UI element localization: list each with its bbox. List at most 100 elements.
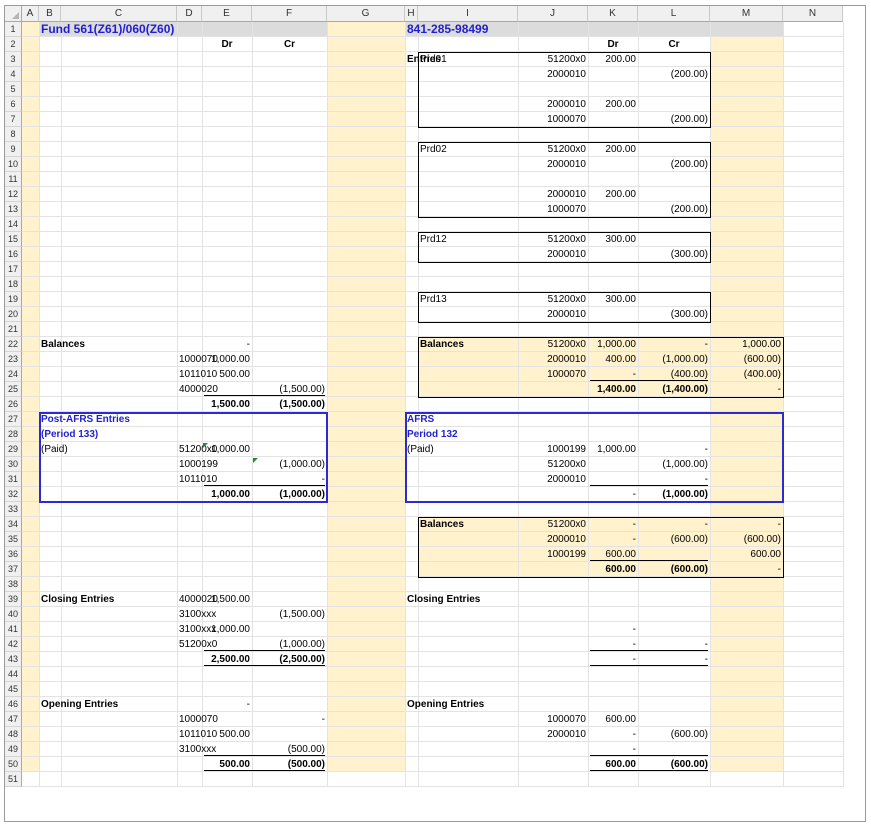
row-header[interactable]: 4 (5, 67, 22, 82)
row-header[interactable]: 22 (5, 337, 22, 352)
row-header[interactable]: 32 (5, 487, 22, 502)
total-underline (590, 755, 708, 756)
row-header[interactable]: 12 (5, 187, 22, 202)
column-header-e[interactable]: E (202, 6, 252, 22)
row-header[interactable]: 11 (5, 172, 22, 187)
total-underline (590, 665, 708, 666)
row-header[interactable]: 37 (5, 562, 22, 577)
column-header-d[interactable]: D (177, 6, 202, 22)
row-header[interactable]: 5 (5, 82, 22, 97)
col-gridline (518, 22, 519, 787)
row-header[interactable]: 20 (5, 307, 22, 322)
row-header[interactable]: 44 (5, 667, 22, 682)
account-code: 4000020 (179, 384, 218, 395)
row-header[interactable]: 10 (5, 157, 22, 172)
row-header[interactable]: 36 (5, 547, 22, 562)
row-header[interactable]: 49 (5, 742, 22, 757)
row-header[interactable]: 33 (5, 502, 22, 517)
column-header-k[interactable]: K (588, 6, 638, 22)
row-header[interactable]: 16 (5, 247, 22, 262)
row-header[interactable]: 39 (5, 592, 22, 607)
debit-value: 1,000.00 (211, 354, 250, 365)
debit-value: 600.00 (605, 714, 636, 725)
comment-marker-icon[interactable] (203, 443, 208, 448)
column-header-f[interactable]: F (252, 6, 327, 22)
account-code: 3100xxx (179, 609, 217, 620)
row-header[interactable]: 8 (5, 127, 22, 142)
panel-fill-a (22, 22, 39, 772)
credit-value (252, 592, 327, 607)
row-header[interactable]: 1 (5, 22, 22, 37)
row-header[interactable]: 50 (5, 757, 22, 772)
comment-marker-icon[interactable] (253, 458, 258, 463)
debit-value: 1,000.00 (211, 624, 250, 635)
row-header[interactable]: 27 (5, 412, 22, 427)
row-header[interactable]: 23 (5, 352, 22, 367)
row-header[interactable]: 26 (5, 397, 22, 412)
row-header[interactable]: 14 (5, 217, 22, 232)
row-header[interactable]: 34 (5, 517, 22, 532)
select-all-corner[interactable] (5, 6, 22, 22)
col-gridline (843, 22, 844, 787)
debit-value (202, 607, 252, 622)
row-header[interactable]: 30 (5, 457, 22, 472)
column-header-g[interactable]: G (327, 6, 405, 22)
column-header-j[interactable]: J (518, 6, 588, 22)
row-header[interactable]: 15 (5, 232, 22, 247)
column-header-h[interactable]: H (405, 6, 418, 22)
row-header[interactable]: 24 (5, 367, 22, 382)
row-header[interactable]: 45 (5, 682, 22, 697)
row-header[interactable]: 43 (5, 652, 22, 667)
column-header-a[interactable]: A (22, 6, 39, 22)
column-header-b[interactable]: B (39, 6, 61, 22)
column-header-l[interactable]: L (638, 6, 710, 22)
col-gridline (61, 22, 62, 787)
credit-value: (600.00) (670, 729, 708, 740)
balances-box (418, 517, 784, 578)
account-code: 4000020 (179, 594, 218, 605)
credit-value (252, 352, 327, 367)
closing-entries-label: Closing Entries (407, 594, 481, 605)
row-header[interactable]: 18 (5, 277, 22, 292)
row-header[interactable]: 41 (5, 622, 22, 637)
opening-entries-label: Opening Entries (41, 699, 119, 710)
debit-value: 500.00 (219, 729, 250, 740)
row-header[interactable]: 31 (5, 472, 22, 487)
row-header[interactable]: 3 (5, 52, 22, 67)
row-header[interactable]: 38 (5, 577, 22, 592)
total-credit: (1,500.00) (279, 399, 325, 410)
row-header[interactable]: 47 (5, 712, 22, 727)
col-gridline (177, 22, 178, 787)
row-header[interactable]: 46 (5, 697, 22, 712)
column-header-m[interactable]: M (710, 6, 783, 22)
row-header[interactable]: 2 (5, 37, 22, 52)
row-header[interactable]: 29 (5, 442, 22, 457)
cr-header: Cr (283, 39, 296, 50)
row-gridline (22, 666, 843, 667)
dr-header: Dr (607, 39, 619, 50)
row-header[interactable]: 35 (5, 532, 22, 547)
column-header-n[interactable]: N (783, 6, 843, 22)
row-header[interactable]: 40 (5, 607, 22, 622)
spreadsheet-grid[interactable]: A B C D E F G H I J K L M N 1 2 3 4 5 6 7 8 9 10 11 12 13 14 15 16 17 1… (4, 5, 866, 822)
total-underline (204, 770, 325, 771)
row-gridline (22, 726, 843, 727)
row-header[interactable]: 42 (5, 637, 22, 652)
debit-value: 500.00 (219, 369, 250, 380)
row-header[interactable]: 25 (5, 382, 22, 397)
row-header[interactable]: 13 (5, 202, 22, 217)
period-box (418, 292, 711, 323)
column-header-i[interactable]: I (418, 6, 518, 22)
row-header[interactable]: 21 (5, 322, 22, 337)
row-gridline (22, 771, 843, 772)
account-code: 1011010 (179, 729, 218, 740)
column-header-c[interactable]: C (61, 6, 177, 22)
row-header[interactable]: 19 (5, 292, 22, 307)
row-header[interactable]: 9 (5, 142, 22, 157)
row-header[interactable]: 17 (5, 262, 22, 277)
row-header[interactable]: 51 (5, 772, 22, 787)
row-header[interactable]: 48 (5, 727, 22, 742)
row-header[interactable]: 7 (5, 112, 22, 127)
row-header[interactable]: 6 (5, 97, 22, 112)
row-header[interactable]: 28 (5, 427, 22, 442)
